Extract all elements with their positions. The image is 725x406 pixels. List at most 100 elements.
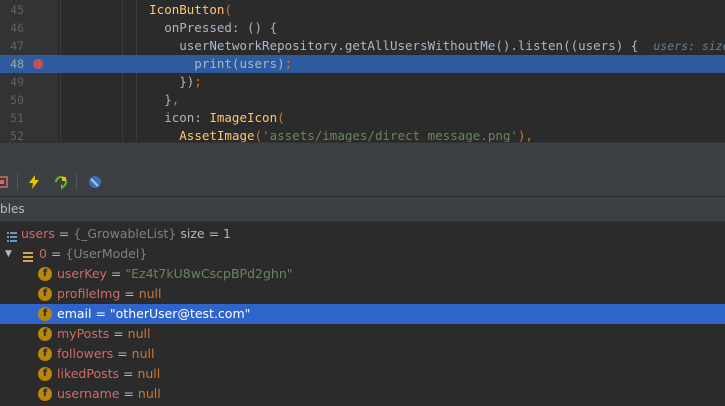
code-token: ), <box>517 128 533 142</box>
code-text: IconButton( <box>104 1 232 19</box>
variable-value: "Ez4t7kU8wCscpBPd2ghn" <box>125 266 293 281</box>
line-number: 48 <box>10 57 24 71</box>
variable-value: "otherUser@test.com" <box>109 306 251 321</box>
equals-sign: = <box>120 286 139 301</box>
restore-icon[interactable] <box>86 173 104 191</box>
variable-text: profileImg = null <box>57 284 162 304</box>
code-token: }) <box>104 74 195 89</box>
variable-row-profileImg[interactable]: f profileImg = null <box>0 284 725 304</box>
field-icon: f <box>38 267 52 281</box>
equals-sign: = <box>91 306 110 321</box>
code-text: }); <box>104 73 202 91</box>
variable-row-myPosts[interactable]: f myPosts = null <box>0 324 725 344</box>
code-token: ( <box>224 2 232 17</box>
object-icon <box>23 248 33 262</box>
line-number: 47 <box>10 39 24 53</box>
variable-name: profileImg <box>57 286 121 301</box>
variable-row-0[interactable]: ▼ 0 = {UserModel} <box>0 244 725 264</box>
code-token: ; <box>194 74 202 89</box>
code-line[interactable]: 47 userNetworkRepository.getAllUsersWith… <box>0 37 725 55</box>
variables-panel-title: bles <box>0 202 25 216</box>
code-editor[interactable]: 45 IconButton(46 onPressed: () {47 userN… <box>0 0 725 142</box>
variables-panel-header: bles <box>0 197 725 222</box>
variable-text: 0 = {UserModel} <box>39 244 147 264</box>
lightning-icon[interactable] <box>25 173 43 191</box>
toolbar-separator <box>17 174 18 190</box>
panel-splitter[interactable] <box>0 142 725 170</box>
variable-name: userKey <box>57 266 107 281</box>
variable-text: userKey = "Ez4t7kU8wCscpBPd2ghn" <box>57 264 293 284</box>
code-line[interactable]: 49 }); <box>0 73 725 91</box>
line-number: 45 <box>10 3 24 17</box>
variable-name: myPosts <box>57 326 110 341</box>
variable-row-email[interactable]: f email = "otherUser@test.com" <box>0 304 725 324</box>
equals-sign: = <box>106 266 126 281</box>
variable-text: likedPosts = null <box>57 364 160 384</box>
equals-sign: = <box>46 246 66 261</box>
variable-text: followers = null <box>57 344 154 364</box>
variable-text: username = null <box>57 384 161 404</box>
variable-name: username <box>57 386 120 401</box>
list-icon <box>7 228 17 242</box>
settings-icon[interactable] <box>0 173 10 191</box>
field-icon: f <box>38 387 52 401</box>
equals-sign: = <box>119 366 138 381</box>
variable-value: null <box>137 386 161 401</box>
variable-row-username[interactable]: f username = null <box>0 384 725 404</box>
code-text: onPressed: () { <box>104 19 277 37</box>
variable-value: null <box>127 326 151 341</box>
code-line[interactable]: 45 IconButton( <box>0 1 725 19</box>
line-number: 50 <box>10 93 24 107</box>
variable-row-users[interactable]: users = {_GrowableList} size = 1 <box>0 224 725 244</box>
variable-name: email <box>57 306 92 321</box>
debug-toolbar <box>0 168 725 197</box>
equals-sign: = <box>109 326 128 341</box>
code-text: print(users); <box>104 55 292 73</box>
line-number: 46 <box>10 21 24 35</box>
field-icon: f <box>38 367 52 381</box>
field-icon: f <box>38 327 52 341</box>
field-icon: f <box>38 347 52 361</box>
variable-name: 0 <box>39 246 47 261</box>
variable-row-likedPosts[interactable]: f likedPosts = null <box>0 364 725 384</box>
variable-value: null <box>131 346 155 361</box>
code-text: userNetworkRepository.getAllUsersWithout… <box>104 37 725 55</box>
equals-sign: = <box>54 226 74 241</box>
variable-name: users <box>21 226 55 241</box>
code-token: , <box>171 92 180 107</box>
code-token: ( <box>277 110 285 125</box>
variables-tree[interactable]: users = {_GrowableList} size = 1 ▼ 0 = {Us… <box>0 222 725 406</box>
code-line[interactable]: 52 AssetImage('assets/images/direct_mess… <box>0 127 725 142</box>
variable-row-followers[interactable]: f followers = null <box>0 344 725 364</box>
refresh-icon[interactable] <box>52 173 70 191</box>
variable-size: size = 1 <box>176 226 231 241</box>
code-text: icon: ImageIcon( <box>104 109 285 127</box>
toolbar-separator <box>76 174 77 190</box>
code-token: userNetworkRepository.getAllUsersWithout… <box>104 38 654 53</box>
variable-type: {UserModel} <box>65 246 148 261</box>
code-token: print(users) <box>104 56 285 71</box>
field-icon: f <box>38 287 52 301</box>
code-token: ; <box>284 56 293 71</box>
field-icon: f <box>38 307 52 321</box>
code-token: IconButton <box>149 2 225 17</box>
code-line[interactable]: 46 onPressed: () { <box>0 19 725 37</box>
expand-arrow-icon[interactable]: ▼ <box>5 244 12 264</box>
code-token: onPressed: () { <box>104 20 278 35</box>
breakpoint-icon[interactable] <box>33 59 43 69</box>
variable-row-userKey[interactable]: f userKey = "Ez4t7kU8wCscpBPd2ghn" <box>0 264 725 284</box>
code-token: } <box>104 92 172 107</box>
variable-text: email = "otherUser@test.com" <box>57 304 250 324</box>
equals-sign: = <box>113 346 132 361</box>
variable-text: users = {_GrowableList} size = 1 <box>21 224 231 244</box>
code-token: 'assets/images/direct_message.png' <box>262 128 518 142</box>
code-text: AssetImage('assets/images/direct_message… <box>104 127 533 142</box>
execution-point-line[interactable]: 48 print(users); <box>0 55 725 73</box>
code-line[interactable]: 51 icon: ImageIcon( <box>0 109 725 127</box>
equals-sign: = <box>119 386 138 401</box>
variable-type: {_GrowableList} <box>73 226 177 241</box>
variable-value: null <box>138 286 162 301</box>
code-line[interactable]: 50 }, <box>0 91 725 109</box>
code-token: AssetImage <box>179 128 255 142</box>
